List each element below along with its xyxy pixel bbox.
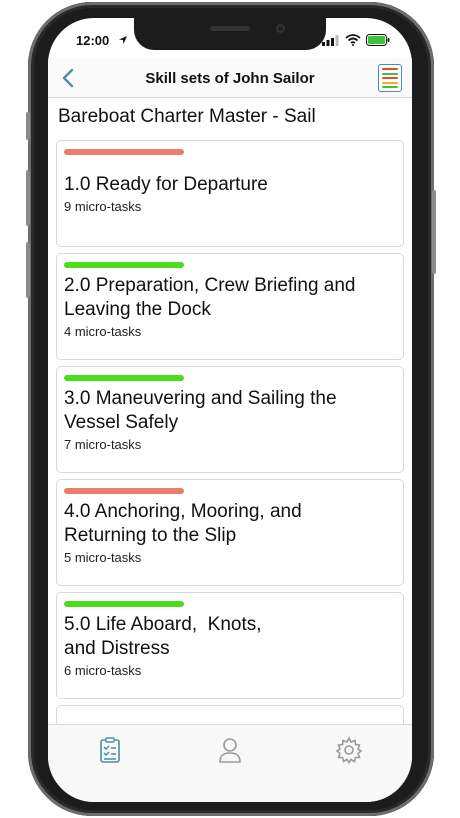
power-button (432, 190, 436, 274)
navigation-bar: Skill sets of John Sailor (48, 58, 412, 98)
micro-task-count: 7 micro-tasks (64, 437, 142, 452)
front-camera (276, 24, 285, 33)
skill-title: 1.0 Ready for Departure (64, 174, 268, 195)
wifi-icon (345, 34, 361, 46)
list-line-red (382, 77, 398, 79)
skill-title-line-1: 3.0 Maneuvering and Sailing the (64, 388, 337, 409)
tab-bar (48, 724, 412, 802)
skill-card[interactable]: 2.0 Preparation, Crew Briefing and Leavi… (56, 253, 404, 360)
screen: 12:00 Skill sets of John Sailor Bareboat… (48, 18, 412, 802)
skill-card[interactable]: 5.0 Life Aboard, Knots, and Distress 6 m… (56, 592, 404, 699)
location-arrow-icon (119, 36, 127, 44)
gear-icon (335, 736, 363, 764)
notch (134, 18, 326, 50)
micro-task-count: 5 micro-tasks (64, 550, 142, 565)
skill-card[interactable]: 1.0 Ready for Departure 9 micro-tasks (56, 140, 404, 247)
tab-settings[interactable] (334, 735, 364, 765)
nav-title: Skill sets of John Sailor (145, 70, 315, 87)
micro-task-count: 4 micro-tasks (64, 324, 142, 339)
skill-list-button[interactable] (378, 64, 402, 92)
checklist-icon (100, 737, 120, 763)
skill-title-line-2: and Distress (64, 638, 170, 659)
skill-title-line-1: 2.0 Preparation, Crew Briefing and (64, 275, 356, 296)
skill-title-line-2: Vessel Safely (64, 412, 179, 433)
list-line-green (382, 86, 398, 88)
skill-title-line-1: 4.0 Anchoring, Mooring, and (64, 501, 302, 522)
speaker (210, 26, 250, 31)
micro-task-count: 9 micro-tasks (64, 199, 142, 214)
micro-task-count: 6 micro-tasks (64, 663, 142, 678)
skill-card-partial[interactable] (56, 705, 404, 724)
skill-title-line-1: 5.0 Life Aboard, Knots, (64, 614, 262, 635)
skill-set-heading: Bareboat Charter Master - Sail (58, 106, 316, 127)
battery-icon (366, 34, 390, 46)
skills-list[interactable]: 1.0 Ready for Departure 9 micro-tasks 2.… (48, 134, 412, 724)
status-bar-indicator (64, 149, 184, 155)
tab-profile[interactable] (215, 735, 245, 765)
volume-up-button (26, 170, 30, 226)
tab-skills[interactable] (95, 735, 125, 765)
status-bar-indicator (64, 262, 184, 268)
status-bar-indicator (64, 488, 184, 494)
list-line-red (382, 68, 398, 70)
status-time: 12:00 (76, 33, 110, 48)
status-icons (322, 34, 390, 46)
skill-card[interactable]: 3.0 Maneuvering and Sailing the Vessel S… (56, 366, 404, 473)
list-line-green (382, 72, 398, 75)
volume-down-button (26, 242, 30, 298)
skill-card[interactable]: 4.0 Anchoring, Mooring, and Returning to… (56, 479, 404, 586)
skill-title-line-2: Returning to the Slip (64, 525, 237, 546)
person-icon (219, 738, 241, 763)
skill-title-line-2: Leaving the Dock (64, 299, 211, 320)
list-line-orange (382, 81, 398, 84)
status-bar-indicator (64, 601, 184, 607)
status-bar-indicator (64, 375, 184, 381)
silent-switch (26, 112, 30, 140)
